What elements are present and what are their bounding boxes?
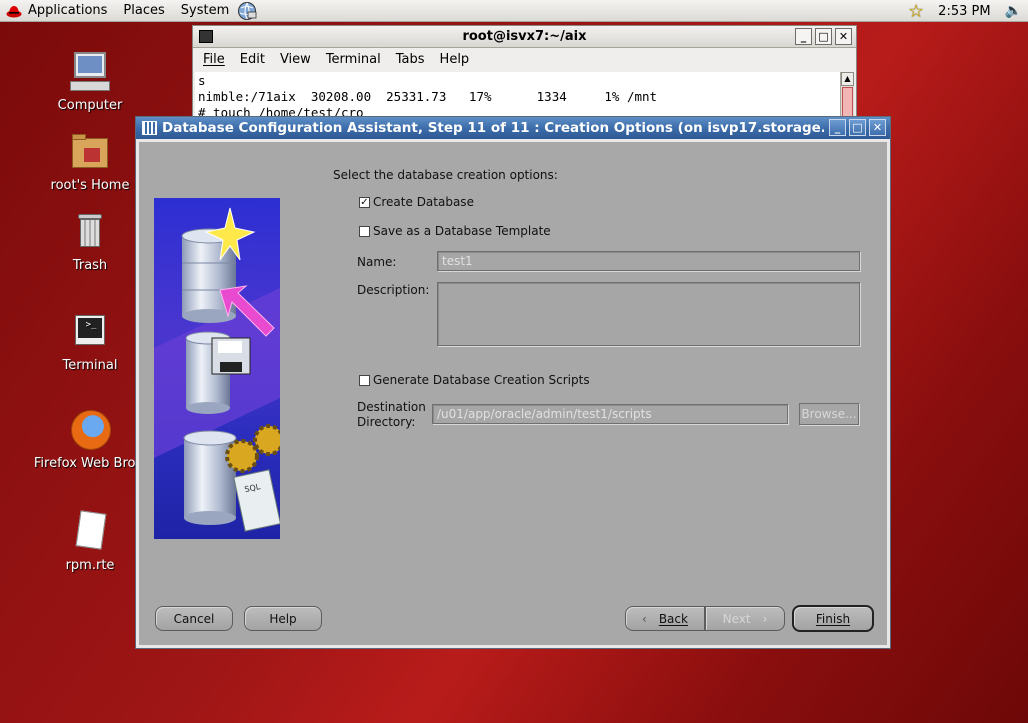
scroll-thumb[interactable] [842,87,853,117]
save-template-label: Save as a Database Template [373,224,551,238]
firefox-icon [68,408,112,452]
system-label: System [180,3,230,18]
name-label: Name: [357,255,397,269]
menu-view[interactable]: View [280,52,311,67]
menu-terminal[interactable]: Terminal [326,52,381,67]
cancel-button[interactable]: Cancel [155,606,233,631]
generate-scripts-label: Generate Database Creation Scripts [373,373,590,387]
terminal-menubar: File Edit View Terminal Tabs Help [193,48,856,70]
file-icon [68,510,112,554]
database-illustration: SQL [154,198,280,539]
template-name-field[interactable]: test1 [437,251,860,271]
checkbox-unchecked-icon[interactable] [359,225,370,237]
next-button-label: Next [722,611,751,626]
java-window-icon [142,121,157,135]
create-database-checkbox[interactable]: ✓ Create Database [359,195,474,209]
applications-menu[interactable]: Applications [0,0,113,22]
terminal-window-controls: _ □ ✕ [795,28,852,45]
destination-label-line2: Directory: [357,415,416,429]
network-globe-icon[interactable] [237,1,257,21]
back-button[interactable]: ‹ Back [625,606,705,631]
database-cylinders-icon: SQL [154,207,280,532]
help-button[interactable]: Help [244,606,322,631]
desktop-icon-label: Computer [57,98,123,113]
terminal-window: root@isvx7:~/aix _ □ ✕ File Edit View Te… [192,25,857,125]
top-panel: Applications Places System ☆ 2:53 PM 🔈 [0,0,1028,22]
desktop-icon-label: root's Home [50,178,130,193]
redhat-icon [6,5,22,17]
destination-directory-field[interactable]: /u01/app/oracle/admin/test1/scripts [432,404,788,424]
dialog-title: Database Configuration Assistant, Step 1… [162,120,824,136]
clock[interactable]: 2:53 PM [938,4,990,19]
destination-label-line1: Destination [357,400,426,414]
checkbox-checked-icon[interactable]: ✓ [359,196,370,208]
scroll-up-icon[interactable]: ▲ [841,72,854,86]
desktop-icon-firefox[interactable]: Firefox Web Brow [30,408,150,471]
desktop-icon-label: Trash [72,258,108,273]
system-menu[interactable]: System [171,0,235,22]
terminal-line: nimble:/71aix 30208.00 25331.73 17% 1334… [198,89,658,104]
desktop-icon-rpm[interactable]: rpm.rte [30,510,150,573]
places-menu[interactable]: Places [113,0,170,22]
maximize-icon[interactable]: □ [849,119,866,136]
home-folder-icon [68,130,112,174]
dbca-dialog: Database Configuration Assistant, Step 1… [135,116,891,649]
menu-file[interactable]: File [203,52,225,67]
desktop-icon-trash[interactable]: Trash [30,210,150,273]
back-button-label: Back [658,611,688,626]
panel-tray: ☆ 2:53 PM 🔈 [908,0,1022,22]
terminal-title: root@isvx7:~/aix [462,29,587,44]
volume-icon[interactable]: 🔈 [1005,3,1022,19]
description-label: Description: [357,283,430,297]
maximize-icon[interactable]: □ [815,28,832,45]
next-button[interactable]: Next › [705,606,785,631]
creation-options-prompt: Select the database creation options: [333,168,558,182]
chevron-left-icon: ‹ [642,611,647,626]
trash-icon [68,210,112,254]
description-field[interactable] [437,282,860,346]
menu-edit[interactable]: Edit [240,52,265,67]
desktop-icon-home[interactable]: root's Home [30,130,150,193]
dialog-titlebar[interactable]: Database Configuration Assistant, Step 1… [136,117,890,139]
minimize-icon[interactable]: _ [829,119,846,136]
terminal-window-icon [199,30,213,43]
dialog-body: SQL Select the database creation options… [139,142,887,645]
desktop-icon-label: Firefox Web Brow [33,456,147,471]
close-icon[interactable]: ✕ [835,28,852,45]
browse-button[interactable]: Browse... [799,403,859,425]
chevron-right-icon: › [762,611,768,626]
dialog-window-controls: _ □ ✕ [829,119,886,136]
checkbox-unchecked-icon[interactable] [359,374,370,386]
places-label: Places [123,3,165,18]
terminal-titlebar[interactable]: root@isvx7:~/aix _ □ ✕ [193,26,856,48]
menu-help[interactable]: Help [440,52,470,67]
desktop-icon-label: rpm.rte [65,558,115,573]
save-template-checkbox[interactable]: Save as a Database Template [359,224,551,238]
desktop-icon-label: Terminal [62,358,118,373]
update-star-icon[interactable]: ☆ [908,1,924,22]
terminal-line: s [198,73,206,88]
computer-icon [68,50,112,94]
terminal-icon: >_ [68,310,112,354]
menu-tabs[interactable]: Tabs [396,52,425,67]
minimize-icon[interactable]: _ [795,28,812,45]
applications-label: Applications [28,3,108,18]
finish-button[interactable]: Finish [792,605,874,632]
desktop-icon-computer[interactable]: Computer [30,50,150,113]
generate-scripts-checkbox[interactable]: Generate Database Creation Scripts [359,373,590,387]
create-database-label: Create Database [373,195,474,209]
desktop-icon-terminal[interactable]: >_ Terminal [30,310,150,373]
destination-label: Destination Directory: [357,400,426,430]
close-icon[interactable]: ✕ [869,119,886,136]
